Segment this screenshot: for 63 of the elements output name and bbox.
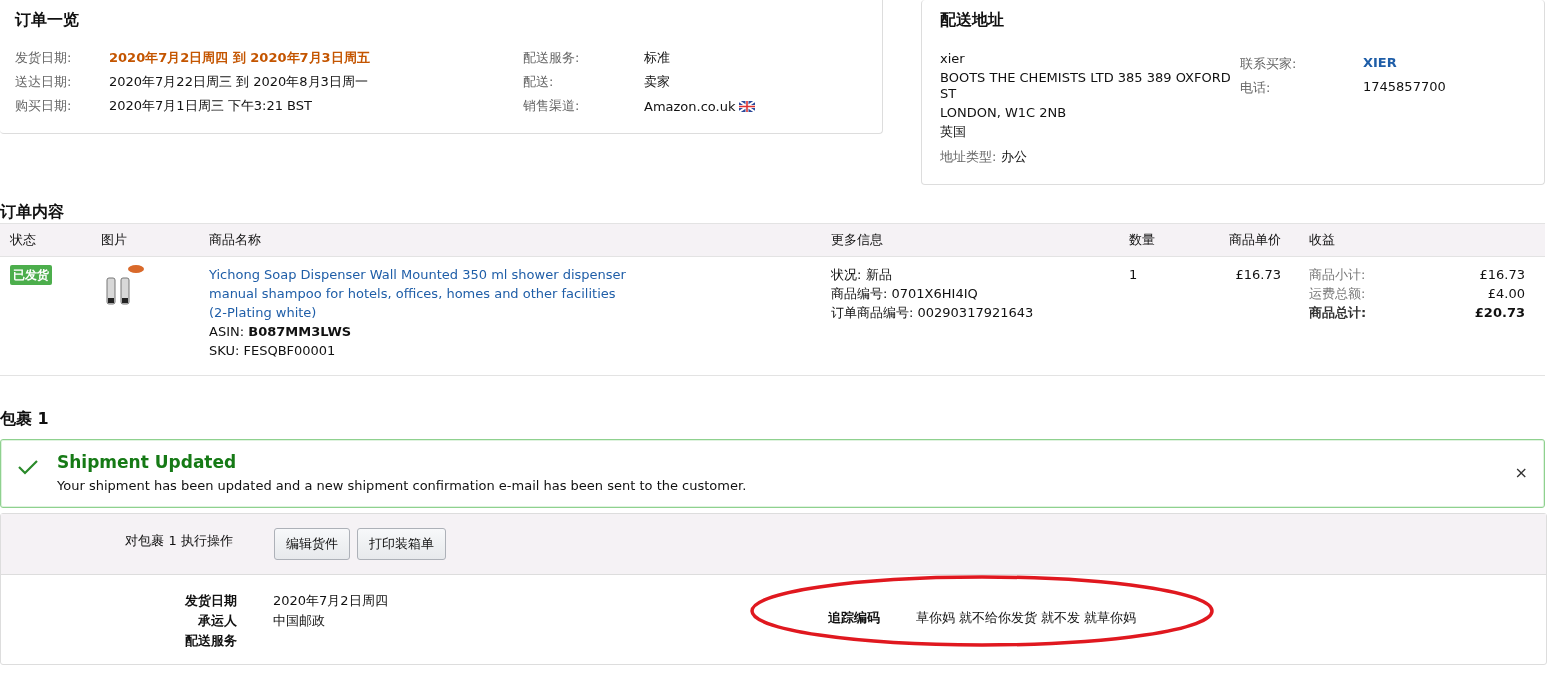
- field-value: 1745857700: [1363, 79, 1447, 96]
- detail-label: 承运人: [197, 612, 237, 630]
- section-title: 订单内容: [0, 202, 65, 223]
- column-header: 商品名称: [209, 231, 262, 249]
- field-value: 办公: [1000, 149, 1027, 164]
- field-label: 地址类型:: [940, 149, 997, 164]
- field-label: 送达日期:: [15, 73, 73, 91]
- sku-text: SKU: FESQBF00001: [209, 342, 337, 360]
- status-badge: 已发货: [10, 265, 52, 285]
- field-value: 标准: [644, 49, 671, 67]
- field-value: 2020年7月2日周四 到 2020年7月3日周五: [109, 49, 371, 67]
- field-label: 发货日期:: [15, 49, 73, 67]
- section-title: 订单一览: [15, 10, 80, 31]
- detail-value: 2020年7月2日周四: [273, 592, 389, 610]
- proceeds-value: £20.73: [1474, 304, 1525, 322]
- detail-label: 追踪编码: [828, 609, 880, 627]
- section-title: 包裹 1: [0, 409, 50, 430]
- proceeds-value: £4.00: [1486, 285, 1525, 303]
- section-title: 配送地址: [940, 10, 1005, 31]
- checkmark-icon: [17, 459, 39, 475]
- field-label: 购买日期:: [15, 97, 73, 115]
- alert-title: Shipment Updated: [57, 452, 238, 472]
- contact-buyer-link[interactable]: XIER: [1363, 55, 1500, 73]
- field-label: 销售渠道:: [523, 97, 581, 115]
- info-line: 商品编号: 0701X6HI4IQ: [831, 285, 979, 303]
- asin-text: ASIN: B087MM3LWS: [209, 323, 353, 341]
- product-title-link[interactable]: Yichong Soap Dispenser Wall Mounted 350 ml shower dispenser manual shampoo for hotels, offices, homes and other facilities (2-Plating white): [209, 265, 629, 322]
- table-cell-text: 1: [1129, 266, 1139, 284]
- field-value: 2020年7月22日周三 到 2020年8月3日周一: [109, 73, 369, 91]
- field-value: 2020年7月1日周三 下午3:21 BST: [109, 97, 313, 115]
- column-header: 数量: [1129, 231, 1156, 249]
- field-label: 电话:: [1240, 79, 1272, 97]
- info-line: 状况: 新品: [831, 266, 893, 284]
- field-label: 配送服务:: [523, 49, 581, 67]
- field-value: 卖家: [644, 73, 671, 91]
- close-button[interactable]: ×: [1510, 463, 1532, 482]
- field-label: 配送:: [523, 73, 555, 91]
- field-label: 联系买家:: [1240, 55, 1298, 73]
- column-header: 状态: [10, 231, 37, 249]
- action-button[interactable]: 编辑货件: [274, 528, 350, 560]
- address-line: BOOTS THE CHEMISTS LTD 385 389 OXFORD ST: [940, 70, 1232, 102]
- column-header: 图片: [101, 231, 128, 249]
- tracking-number: 草你妈 就不给你发货 就不发 就草你妈: [916, 609, 1137, 627]
- table-cell-text: £16.73: [1234, 266, 1281, 284]
- column-header: 商品单价: [1228, 231, 1281, 249]
- proceeds-label: 商品小计:: [1309, 266, 1367, 284]
- field-value: Amazon.co.uk: [644, 98, 736, 114]
- flag-icon: [739, 100, 756, 112]
- info-line: 订单商品编号: 00290317921643: [831, 304, 1035, 322]
- address-line: 英国: [940, 124, 967, 140]
- column-header: 更多信息: [831, 231, 884, 249]
- actions-label: 对包裹 1 执行操作: [124, 532, 233, 550]
- proceeds-label: 运费总额:: [1309, 285, 1367, 303]
- detail-label: 配送服务: [184, 632, 237, 650]
- alert-message: Your shipment has been updated and a new shipment confirmation e-mail has been sent to the customer.: [57, 478, 747, 493]
- detail-value: 中国邮政: [273, 612, 326, 630]
- column-header: 收益: [1308, 231, 1336, 249]
- detail-label: 发货日期: [184, 592, 237, 610]
- address-line: LONDON, W1C 2NB: [940, 105, 1068, 121]
- proceeds-label: 商品总计:: [1309, 304, 1368, 322]
- action-button[interactable]: 打印装箱单: [357, 528, 446, 560]
- address-line: xier: [940, 51, 966, 67]
- proceeds-value: £16.73: [1478, 266, 1525, 284]
